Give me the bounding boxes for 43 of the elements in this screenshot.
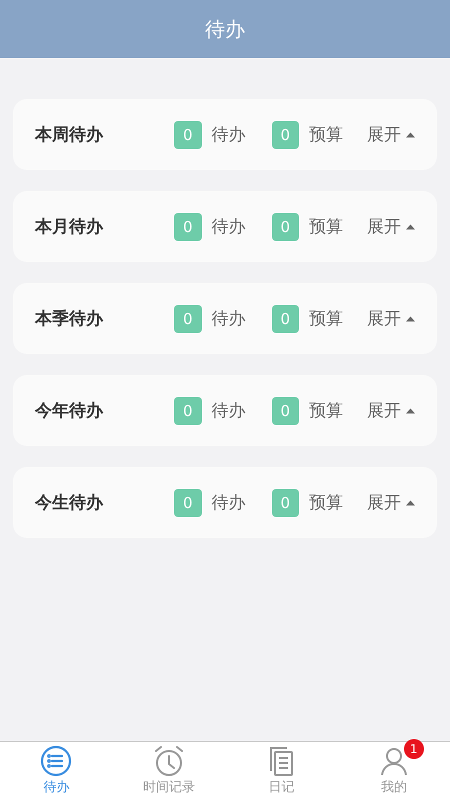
header-title: 待办 (205, 16, 245, 42)
expand-toggle[interactable]: 展开 (367, 491, 415, 514)
budget-label: 预算 (309, 400, 344, 422)
expand-toggle[interactable]: 展开 (367, 215, 415, 238)
budget-label: 预算 (309, 216, 344, 238)
caret-up-icon (406, 132, 415, 138)
todo-label: 待办 (212, 124, 246, 146)
todo-label: 待办 (212, 308, 246, 330)
list-icon (40, 745, 72, 777)
card-title: 本月待办 (35, 216, 104, 238)
todo-label: 待办 (212, 216, 246, 238)
budget-count: 0 (272, 212, 299, 240)
budget-label: 预算 (309, 124, 344, 146)
budget-label: 预算 (309, 492, 344, 514)
todo-count: 0 (174, 488, 202, 516)
budget-count: 0 (272, 488, 299, 516)
budget-count: 0 (272, 396, 299, 424)
todo-label: 待办 (212, 400, 246, 422)
tab-item[interactable]: 1 我的 (338, 742, 450, 800)
todo-count: 0 (174, 396, 202, 424)
todo-count: 0 (174, 120, 202, 148)
expand-toggle[interactable]: 展开 (367, 399, 415, 422)
todo-count: 0 (174, 212, 202, 240)
notification-badge: 1 (404, 739, 424, 759)
alarm-clock-icon (152, 745, 185, 777)
card-title: 本周待办 (35, 124, 104, 146)
expand-toggle[interactable]: 展开 (367, 307, 415, 330)
caret-up-icon (406, 500, 415, 506)
expand-toggle[interactable]: 展开 (367, 123, 415, 146)
tab-item[interactable]: 日记 (225, 742, 338, 800)
tab-item[interactable]: 时间记录 (112, 742, 225, 800)
budget-count: 0 (272, 120, 299, 148)
todo-count: 0 (174, 304, 202, 332)
budget-count: 0 (272, 304, 299, 332)
caret-up-icon (406, 408, 415, 414)
budget-label: 预算 (309, 308, 344, 330)
tab-item[interactable]: 待办 (0, 742, 112, 800)
card-title: 本季待办 (35, 308, 104, 330)
card-title: 今年待办 (35, 400, 104, 422)
todo-label: 待办 (212, 492, 246, 514)
card-title: 今生待办 (35, 492, 104, 514)
caret-up-icon (406, 224, 415, 230)
caret-up-icon (406, 316, 415, 322)
